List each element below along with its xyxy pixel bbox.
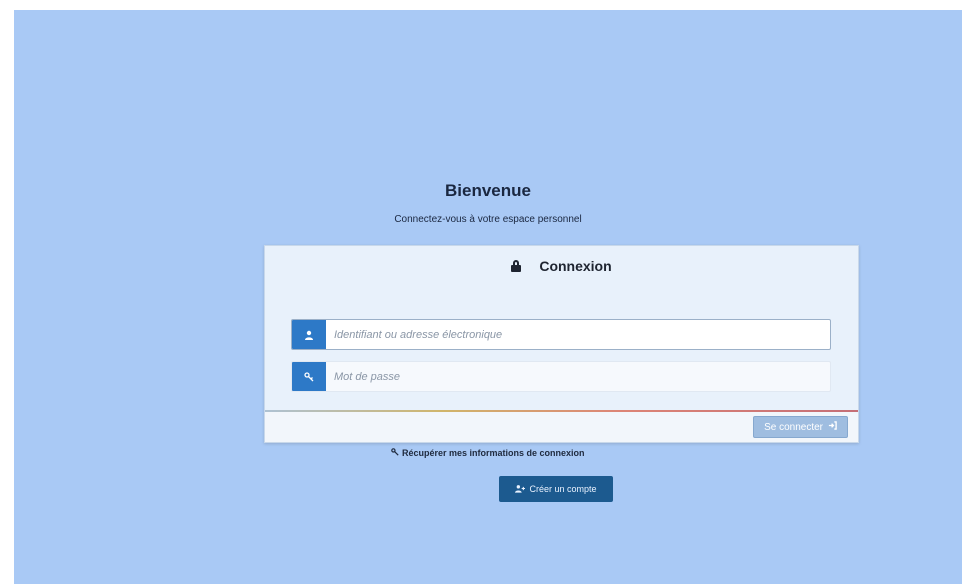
panel-footer: Se connecter (265, 412, 858, 442)
recover-link-label: Récupérer mes informations de connexion (401, 448, 585, 458)
page-background: Bienvenue Connectez-vous à votre espace … (14, 10, 962, 584)
sign-in-icon (828, 421, 837, 433)
recover-link[interactable]: Récupérer mes informations de connexion (14, 448, 962, 458)
panel-header: Connexion (265, 246, 858, 286)
username-input[interactable] (326, 320, 830, 349)
login-button[interactable]: Se connecter (753, 416, 848, 438)
welcome-title: Bienvenue (445, 181, 531, 200)
username-field[interactable] (291, 319, 831, 350)
user-plus-icon (515, 484, 526, 495)
key-icon (391, 448, 402, 458)
password-field[interactable] (291, 361, 831, 392)
create-account-label: Créer un compte (529, 484, 597, 494)
user-icon (292, 320, 326, 349)
key-icon (292, 362, 326, 391)
login-button-label: Se connecter (764, 421, 823, 433)
lock-icon (511, 260, 522, 272)
password-input[interactable] (326, 362, 830, 391)
create-account-button[interactable]: Créer un compte (499, 476, 613, 502)
panel-title: Connexion (539, 258, 612, 274)
login-panel: Connexion Se connecter (264, 245, 859, 443)
welcome-subtitle: Connectez-vous à votre espace personnel (394, 214, 582, 225)
